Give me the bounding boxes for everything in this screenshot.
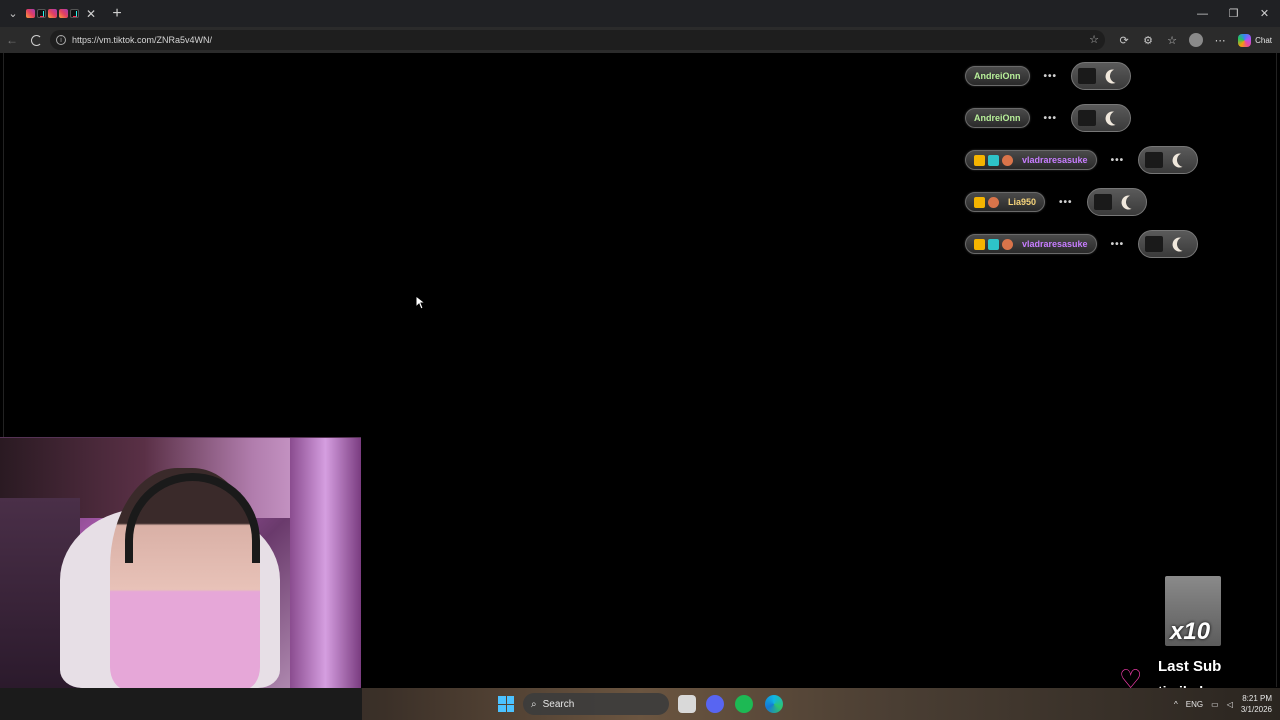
spotify-icon[interactable]: [735, 695, 753, 713]
browser-navbar: ← i https://vm.tiktok.com/ZNRa5v4WN/ ☆ ⟳…: [0, 27, 1280, 53]
loading-spinner-icon: [30, 34, 42, 46]
alert-thumbnail: [1078, 68, 1097, 84]
instagram-tab-icon[interactable]: [48, 9, 57, 18]
alert-media-pill: [1138, 146, 1199, 174]
webcam-feed: [0, 437, 361, 688]
moon-icon: [1124, 193, 1142, 211]
face-badge-icon: [1002, 154, 1013, 166]
crown-badge-icon: [974, 154, 985, 166]
ellipsis-icon: •••: [1110, 154, 1125, 166]
alert-thumbnail: [1145, 236, 1164, 252]
copilot-chat-button[interactable]: Chat: [1232, 33, 1280, 47]
chat-alert: AndreiOnn •••: [965, 104, 1132, 132]
search-label: Search: [542, 698, 575, 710]
moon-icon: [1175, 235, 1193, 253]
refresh-extension-icon[interactable]: ⟳: [1112, 27, 1136, 53]
extensions-icon[interactable]: ⚙: [1136, 27, 1160, 53]
close-button[interactable]: ✕: [1249, 0, 1280, 27]
last-sub-gif-text: x10: [1170, 618, 1211, 645]
favorite-star-icon[interactable]: ☆: [1089, 33, 1099, 46]
moon-icon: [1108, 67, 1126, 85]
alert-media-pill: [1138, 230, 1199, 258]
network-icon[interactable]: ▭: [1211, 700, 1219, 709]
chat-label: Chat: [1255, 35, 1272, 45]
alert-thumbnail: [1078, 110, 1097, 126]
tiktok-tab-icon[interactable]: [70, 9, 79, 18]
username: vladraresasuke: [1022, 155, 1088, 165]
clock-time: 8:21 PM: [1242, 694, 1272, 703]
username-pill: Lia950: [965, 192, 1046, 212]
instagram-tab-icon[interactable]: [26, 9, 35, 18]
crown-badge-icon: [974, 238, 985, 250]
username: vladraresasuke: [1022, 239, 1088, 249]
address-bar[interactable]: i https://vm.tiktok.com/ZNRa5v4WN/ ☆: [50, 30, 1105, 50]
profile-avatar[interactable]: [1184, 27, 1208, 53]
alert-media-pill: [1071, 62, 1132, 90]
username-pill: AndreiOnn: [965, 66, 1030, 86]
file-explorer-icon[interactable]: [678, 695, 696, 713]
windows-taskbar: ⌕ Search ^ ENG ▭ ◁ 8:21 PM 3/1/2026: [0, 688, 1280, 720]
mouse-cursor-icon: [415, 295, 425, 310]
window-controls: — ❐ ✕: [1187, 0, 1280, 27]
tray-chevron-icon[interactable]: ^: [1174, 700, 1178, 709]
minimize-button[interactable]: —: [1187, 0, 1218, 27]
taskbar-left-area: [0, 688, 362, 720]
chat-alert: vladraresasuke •••: [965, 230, 1199, 258]
language-indicator[interactable]: ENG: [1186, 700, 1203, 709]
alert-media-pill: [1071, 104, 1132, 132]
tiktok-tab-icon[interactable]: [37, 9, 46, 18]
discord-icon[interactable]: [706, 695, 724, 713]
cube-badge-icon: [988, 238, 999, 250]
username-pill: vladraresasuke: [965, 234, 1097, 254]
browser-tabbar: ⌄ ✕ + — ❐ ✕: [0, 0, 1280, 27]
search-icon: ⌕: [531, 698, 537, 710]
username-pill: AndreiOnn: [965, 108, 1030, 128]
ellipsis-icon: •••: [1043, 70, 1058, 82]
alert-thumbnail: [1145, 152, 1164, 168]
pinned-tabs: ✕: [26, 7, 97, 21]
ellipsis-icon: •••: [1059, 196, 1073, 208]
system-tray: ^ ENG ▭ ◁ 8:21 PM 3/1/2026: [1174, 688, 1272, 720]
chat-alert: AndreiOnn •••: [965, 62, 1132, 90]
more-menu-icon[interactable]: ⋯: [1208, 27, 1232, 53]
username: AndreiOnn: [974, 71, 1021, 81]
username-pill: vladraresasuke: [965, 150, 1097, 170]
tab-close-icon[interactable]: ✕: [85, 7, 97, 21]
crown-badge-icon: [974, 196, 985, 208]
ellipsis-icon: •••: [1110, 238, 1125, 250]
username: AndreiOnn: [974, 113, 1021, 123]
moon-icon: [1175, 151, 1193, 169]
chat-alert: vladraresasuke •••: [965, 146, 1199, 174]
url-text: https://vm.tiktok.com/ZNRa5v4WN/: [72, 35, 213, 45]
ellipsis-icon: •••: [1043, 112, 1058, 124]
face-badge-icon: [1002, 238, 1013, 250]
new-tab-button[interactable]: +: [109, 5, 125, 23]
loading-stop-button[interactable]: [24, 28, 48, 52]
toolbar-right: ⟳ ⚙ ☆ ⋯ Chat: [1112, 27, 1280, 53]
edge-icon[interactable]: [765, 695, 783, 713]
windows-start-icon[interactable]: [498, 696, 514, 712]
clock-date: 3/1/2026: [1240, 705, 1272, 714]
clock[interactable]: 8:21 PM 3/1/2026: [1241, 693, 1272, 715]
alert-thumbnail: [1093, 194, 1112, 210]
moon-icon: [1108, 109, 1126, 127]
last-sub-label: Last Sub: [1158, 658, 1222, 675]
alert-media-pill: [1086, 188, 1147, 216]
username: Lia950: [1008, 197, 1037, 207]
back-arrow-icon[interactable]: ←: [0, 28, 24, 52]
restore-button[interactable]: ❐: [1218, 0, 1249, 27]
tab-list-chevron-icon[interactable]: ⌄: [0, 0, 26, 27]
webcam-curtain: [290, 438, 361, 688]
chat-alert: Lia950 •••: [965, 188, 1147, 216]
instagram-tab-icon[interactable]: [59, 9, 68, 18]
taskbar-search[interactable]: ⌕ Search: [523, 693, 669, 715]
favorites-icon[interactable]: ☆: [1160, 27, 1184, 53]
copilot-icon: [1238, 33, 1252, 47]
volume-icon[interactable]: ◁: [1227, 700, 1233, 709]
cube-badge-icon: [988, 154, 999, 166]
site-info-icon[interactable]: i: [56, 35, 66, 45]
face-badge-icon: [988, 196, 999, 208]
